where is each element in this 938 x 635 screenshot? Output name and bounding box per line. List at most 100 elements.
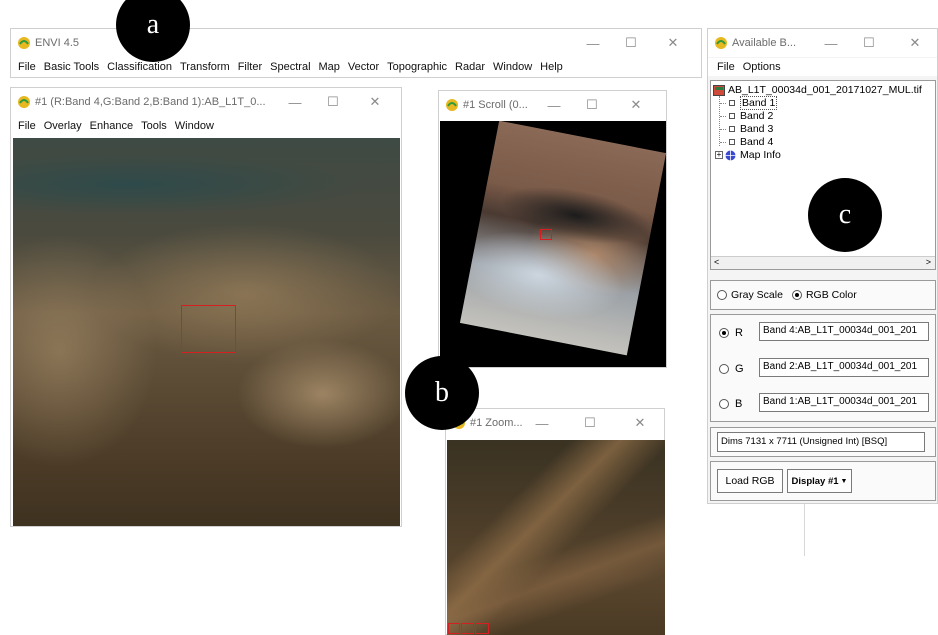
map-info-label: Map Info <box>740 149 781 161</box>
scroll-title: #1 Scroll (0... <box>463 99 528 111</box>
channel-g-field[interactable]: Band 2:AB_L1T_00034d_001_201 <box>759 358 929 377</box>
menu-file[interactable]: File <box>14 61 40 73</box>
zoom-region-box[interactable] <box>181 305 236 353</box>
color-mode-group: Gray Scale RGB Color <box>710 280 936 310</box>
expand-plus-icon[interactable]: + <box>715 151 723 159</box>
band-item[interactable]: Band 2 <box>720 110 773 122</box>
gray-scale-label: Gray Scale <box>731 289 783 301</box>
callout-b: b <box>405 356 479 430</box>
image-menubar: File Overlay Enhance Tools Window <box>11 116 401 136</box>
band-item[interactable]: Band 4 <box>720 136 773 148</box>
maximize-icon[interactable]: ☐ <box>851 29 887 57</box>
image-menu-tools[interactable]: Tools <box>137 120 171 132</box>
minimize-icon[interactable]: — <box>575 29 611 57</box>
close-icon[interactable]: ✕ <box>655 29 691 57</box>
main-menubar: File Basic Tools Classification Transfor… <box>11 58 701 76</box>
menu-map[interactable]: Map <box>315 61 344 73</box>
image-menu-overlay[interactable]: Overlay <box>40 120 86 132</box>
band-label: Band 1 <box>740 96 778 110</box>
menu-classification[interactable]: Classification <box>103 61 176 73</box>
image-title: #1 (R:Band 4,G:Band 2,B:Band 1):AB_L1T_0… <box>35 96 266 108</box>
band-leaf-icon <box>729 126 735 132</box>
available-bands-window: Available B... — ☐ ✕ File Options AB_L1T… <box>707 28 938 504</box>
horizontal-scrollbar[interactable]: < > <box>711 256 935 269</box>
satellite-image-view[interactable] <box>13 138 400 526</box>
menu-radar[interactable]: Radar <box>451 61 489 73</box>
band-item[interactable]: Band 1 <box>720 96 778 110</box>
dims-group: Dims 7131 x 7711 (Unsigned Int) [BSQ] <box>710 427 936 457</box>
maximize-icon[interactable]: ☐ <box>572 409 608 437</box>
rgb-color-label: RGB Color <box>805 289 857 301</box>
divider-line <box>804 504 805 556</box>
file-node[interactable]: AB_L1T_00034d_001_20171027_MUL.tif <box>713 84 922 96</box>
channel-g-radio[interactable] <box>719 364 729 374</box>
scroll-left-icon[interactable]: < <box>714 257 719 267</box>
scroll-roi-box[interactable] <box>540 229 552 240</box>
zoom-control-plus[interactable] <box>461 623 474 634</box>
minimize-icon[interactable]: — <box>536 91 572 119</box>
tree-line-icon <box>720 115 726 117</box>
image-window: #1 (R:Band 4,G:Band 2,B:Band 1):AB_L1T_0… <box>10 87 402 527</box>
channel-b-radio[interactable] <box>719 399 729 409</box>
file-name: AB_L1T_00034d_001_20171027_MUL.tif <box>728 84 922 96</box>
maximize-icon[interactable]: ☐ <box>315 88 351 116</box>
bands-menu-options[interactable]: Options <box>739 61 785 73</box>
minimize-icon[interactable]: — <box>524 409 560 437</box>
channel-r-field[interactable]: Band 4:AB_L1T_00034d_001_201 <box>759 322 929 341</box>
close-icon[interactable]: ✕ <box>897 29 933 57</box>
menu-topographic[interactable]: Topographic <box>383 61 451 73</box>
zoom-image-view[interactable] <box>447 440 665 635</box>
menu-transform[interactable]: Transform <box>176 61 234 73</box>
band-leaf-icon <box>729 139 735 145</box>
zoom-control-toggle[interactable] <box>475 623 489 634</box>
display-select[interactable]: Display #1 ▼ <box>787 469 852 493</box>
image-menu-window[interactable]: Window <box>171 120 218 132</box>
band-leaf-icon <box>729 100 735 106</box>
close-icon[interactable]: ✕ <box>622 409 658 437</box>
menu-filter[interactable]: Filter <box>234 61 266 73</box>
channel-b-field[interactable]: Band 1:AB_L1T_00034d_001_201 <box>759 393 929 412</box>
image-menu-file[interactable]: File <box>14 120 40 132</box>
display-select-value: Display #1 <box>791 475 839 487</box>
maximize-icon[interactable]: ☐ <box>574 91 610 119</box>
channel-r-radio[interactable] <box>719 328 729 338</box>
scroll-right-icon[interactable]: > <box>926 257 931 267</box>
gray-scale-radio[interactable] <box>717 290 727 300</box>
tree-line-icon <box>720 141 726 143</box>
scroll-window: #1 Scroll (0... — ☐ ✕ <box>438 90 667 368</box>
rgb-color-radio[interactable] <box>791 290 802 300</box>
dims-field: Dims 7131 x 7711 (Unsigned Int) [BSQ] <box>717 432 925 452</box>
minimize-icon[interactable]: — <box>277 88 313 116</box>
menu-help[interactable]: Help <box>536 61 567 73</box>
channel-g-label: G <box>735 363 744 375</box>
envi-main-window: ENVI 4.5 — ☐ ✕ File Basic Tools Classifi… <box>10 28 702 78</box>
scroll-image-view[interactable] <box>440 121 666 367</box>
load-group: Load RGB Display #1 ▼ <box>710 461 936 501</box>
dropdown-arrow-icon: ▼ <box>840 477 848 485</box>
close-icon[interactable]: ✕ <box>618 91 654 119</box>
main-title: ENVI 4.5 <box>35 37 80 49</box>
map-info-node[interactable]: + Map Info <box>715 149 781 161</box>
globe-icon <box>725 150 736 160</box>
rgb-channel-group: R Band 4:AB_L1T_00034d_001_201 G Band 2:… <box>710 314 936 422</box>
menu-spectral[interactable]: Spectral <box>266 61 314 73</box>
channel-b-label: B <box>735 398 743 410</box>
menu-vector[interactable]: Vector <box>344 61 383 73</box>
image-menu-enhance[interactable]: Enhance <box>86 120 137 132</box>
envi-logo-icon <box>446 99 458 111</box>
menu-window[interactable]: Window <box>489 61 536 73</box>
minimize-icon[interactable]: — <box>813 29 849 57</box>
menu-basic-tools[interactable]: Basic Tools <box>40 61 103 73</box>
scroll-image-footprint <box>459 121 666 356</box>
envi-logo-icon <box>18 96 30 108</box>
zoom-title: #1 Zoom... <box>470 417 523 429</box>
bands-menu-file[interactable]: File <box>713 61 739 73</box>
band-label: Band 2 <box>740 110 774 122</box>
zoom-control-minus[interactable] <box>448 623 460 634</box>
callout-c: c <box>808 178 882 252</box>
load-rgb-button[interactable]: Load RGB <box>717 469 783 493</box>
maximize-icon[interactable]: ☐ <box>613 29 649 57</box>
band-label: Band 3 <box>740 123 774 135</box>
band-item[interactable]: Band 3 <box>720 123 773 135</box>
close-icon[interactable]: ✕ <box>357 88 393 116</box>
